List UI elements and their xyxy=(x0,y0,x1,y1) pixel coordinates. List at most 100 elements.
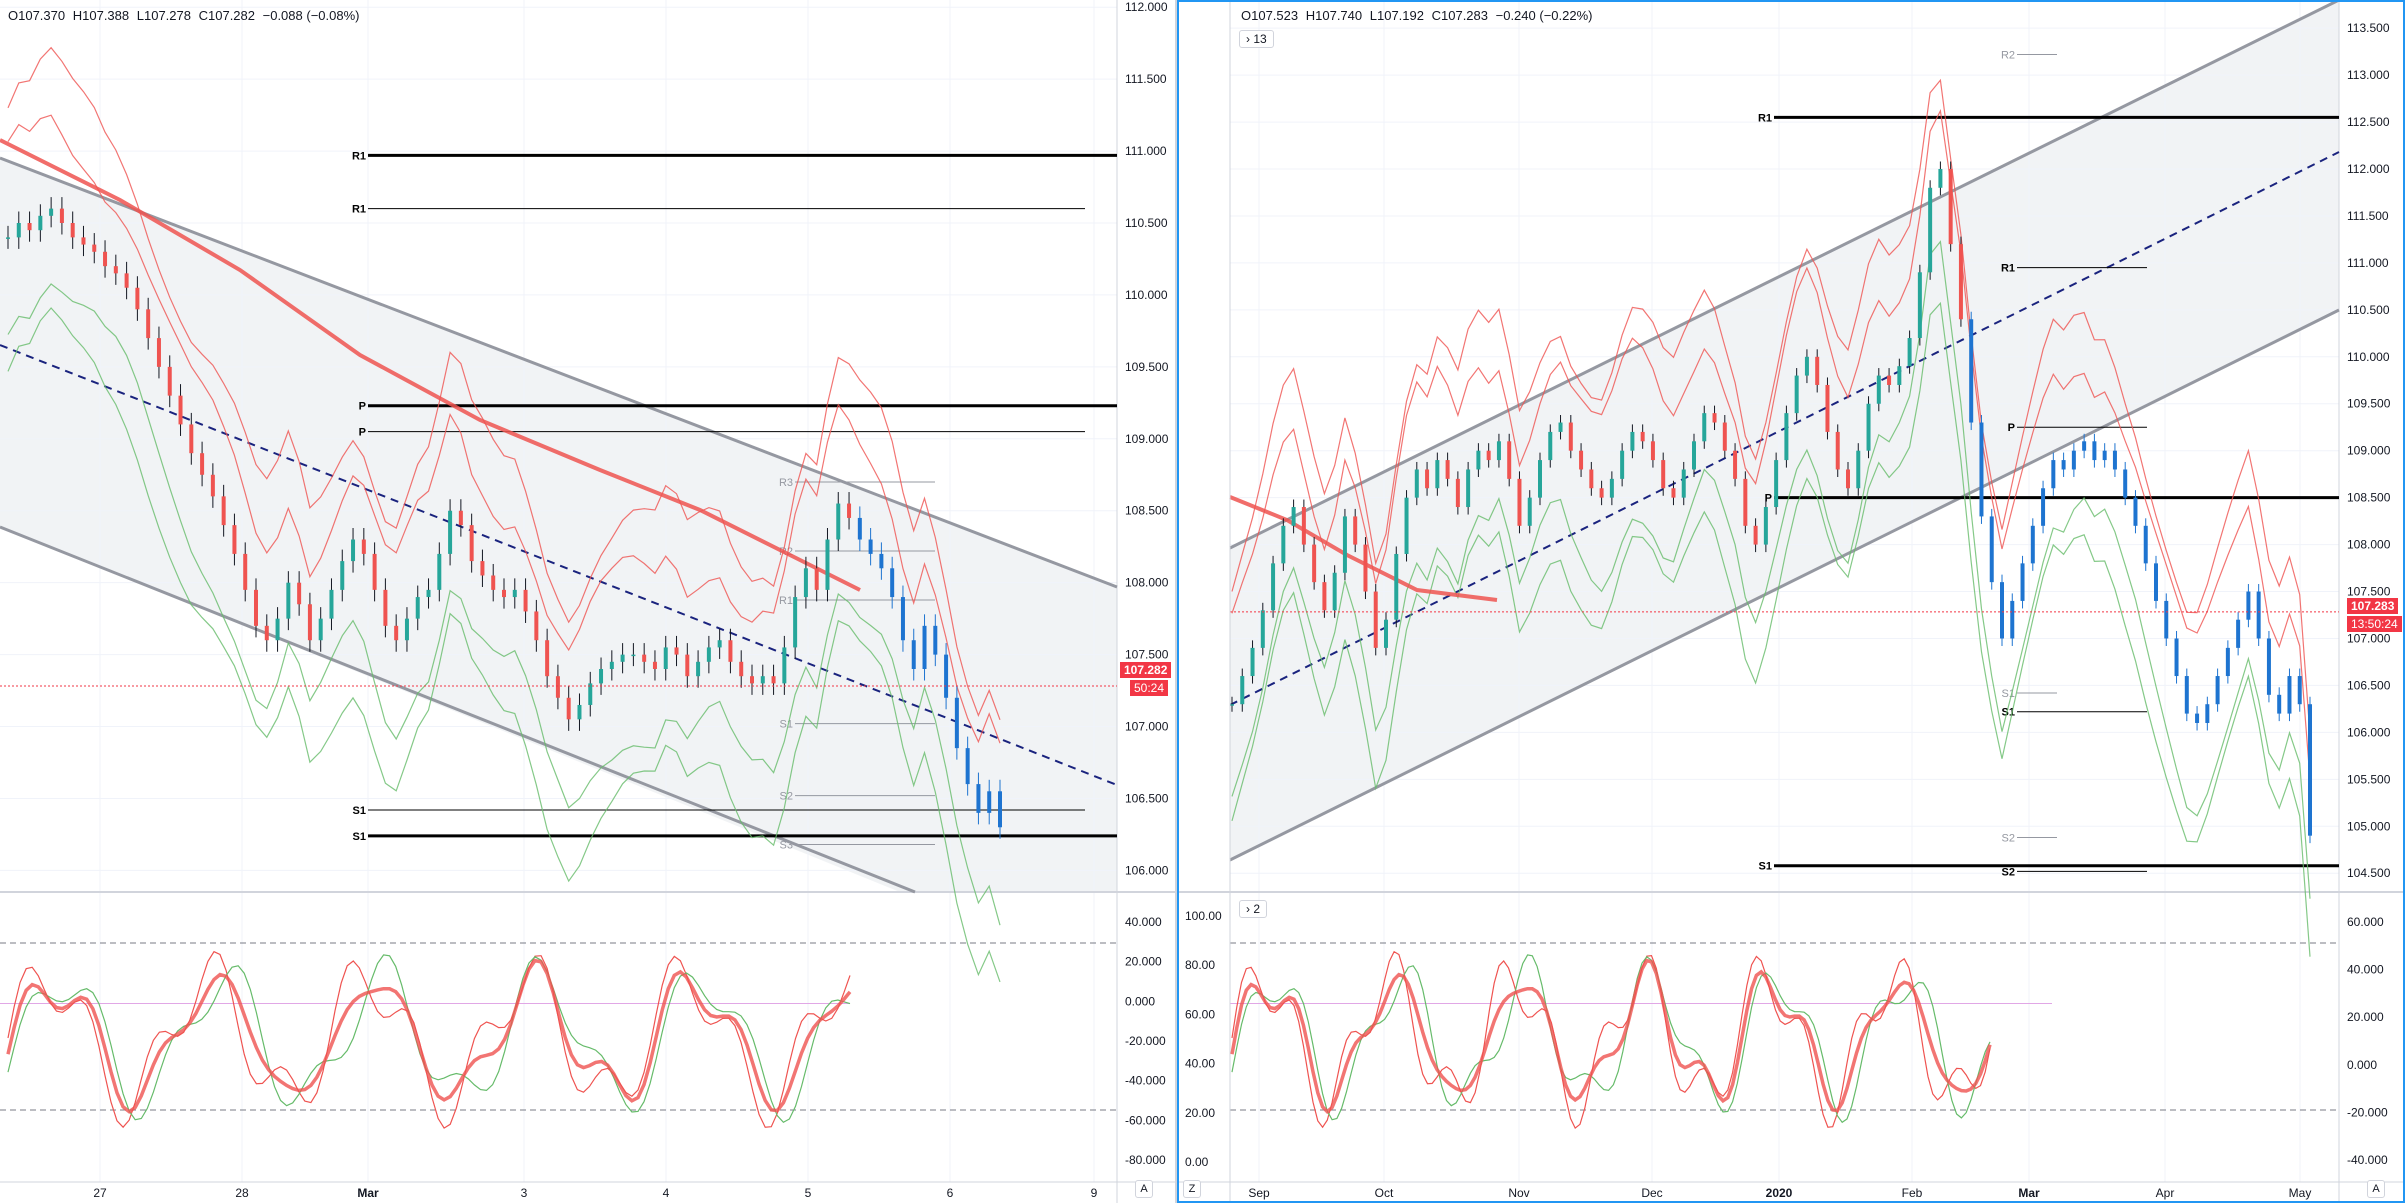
y-tick-label: 112.500 xyxy=(2347,115,2390,129)
right-ohlc-legend: O107.523 H107.740 L107.192 C107.283 −0.2… xyxy=(1241,8,1596,23)
candle-body xyxy=(847,503,852,518)
pivot-label: P xyxy=(359,401,366,413)
candle-body xyxy=(2051,460,2056,489)
candle-body xyxy=(1568,422,1573,451)
y-tick-label: 111.000 xyxy=(1125,144,1167,158)
candle-body xyxy=(1712,413,1717,423)
oscillator-left-tick-label: 100.00 xyxy=(1185,909,1222,923)
candle-body xyxy=(1671,488,1676,498)
candle-body xyxy=(232,525,237,554)
y-tick-label: 112.000 xyxy=(1125,0,1168,14)
oscillator-signal-line xyxy=(1230,958,1992,1115)
candle-body xyxy=(1784,413,1789,461)
x-tick-label: Sep xyxy=(1248,1186,1270,1200)
candle-body xyxy=(426,589,431,598)
candle-body xyxy=(1301,507,1306,545)
candle-body xyxy=(1804,356,1809,376)
candle-body xyxy=(491,575,496,590)
x-tick-label: 27 xyxy=(93,1186,107,1200)
candle-body xyxy=(1589,469,1594,489)
candle-body xyxy=(987,791,992,813)
candle-body xyxy=(1907,338,1912,367)
candle-body xyxy=(2287,676,2292,714)
y-tick-label: 108.500 xyxy=(1125,504,1169,518)
candle-body xyxy=(706,647,711,662)
pivot-label: S1 xyxy=(353,831,366,843)
y-tick-label: 109.500 xyxy=(1125,360,1169,374)
candle-body xyxy=(728,640,733,662)
candle-body xyxy=(2225,647,2230,677)
left-change: −0.088 (−0.08%) xyxy=(262,8,360,23)
candle-body xyxy=(1794,375,1799,414)
oscillator-toggle-button[interactable]: › 2 xyxy=(1239,900,1268,918)
candle-body xyxy=(156,338,161,367)
candle-body xyxy=(307,604,312,641)
candle-body xyxy=(512,589,517,598)
candle-body xyxy=(2133,497,2138,526)
candle-body xyxy=(1928,187,1933,273)
candle-body xyxy=(469,525,474,562)
left-countdown-badge: 50:24 xyxy=(1130,680,1169,696)
candle-body xyxy=(59,208,64,223)
candle-body xyxy=(2236,619,2241,648)
candle-body xyxy=(2184,676,2189,714)
y-tick-label: 111.500 xyxy=(1125,72,1167,86)
candle-body xyxy=(178,395,183,425)
candle-body xyxy=(900,597,905,641)
right-chart-canvas[interactable]: 113.500 113.000 112.500 112.000 111.500 111.0… xyxy=(1177,0,2405,1203)
right-auto-scale-button[interactable]: A xyxy=(2367,1180,2385,1198)
candle-body xyxy=(620,654,625,662)
candle-body xyxy=(351,539,356,562)
candle-body xyxy=(1466,469,1471,508)
left-open: O107.370 xyxy=(8,8,66,23)
oscillator-fast-line xyxy=(7,950,851,1129)
candle-body xyxy=(146,309,151,339)
y-tick-label: 105.000 xyxy=(2347,819,2391,833)
candle-body xyxy=(1876,375,1881,404)
oscillator-left-tick-label: 0.00 xyxy=(1185,1155,1209,1169)
x-tick-label: Dec xyxy=(1641,1186,1662,1200)
candle-body xyxy=(2082,441,2087,451)
left-last-price-badge: 107.282 xyxy=(1120,662,1172,678)
left-chart-pane[interactable]: 112.000 111.500 111.000 110.500 110.000 109.5… xyxy=(0,0,1175,1203)
left-chart-canvas[interactable]: 112.000 111.500 111.000 110.500 110.000 109.5… xyxy=(0,0,1175,1203)
x-tick-label: Feb xyxy=(1902,1186,1923,1200)
candle-body xyxy=(2195,713,2200,723)
left-high: H107.388 xyxy=(72,8,130,23)
candle-body xyxy=(836,503,841,540)
candle-body xyxy=(113,266,118,274)
pivot-label: S2 xyxy=(2002,866,2015,878)
candle-body xyxy=(200,453,205,475)
right-chart-pane[interactable]: 113.500 113.000 112.500 112.000 111.500 111.0… xyxy=(1177,0,2405,1203)
candle-body xyxy=(1979,422,1984,517)
x-tick-label: 9 xyxy=(1091,1186,1098,1200)
candle-body xyxy=(1527,497,1532,526)
x-tick-label: May xyxy=(2289,1186,2312,1200)
candle-body xyxy=(81,237,86,245)
pivot-label: S1 xyxy=(353,805,366,817)
candle-body xyxy=(2000,582,2004,639)
candle-body xyxy=(1887,375,1892,385)
candle-body xyxy=(2246,591,2251,620)
oscillator-tick-label: 20.000 xyxy=(1125,955,1162,969)
candle-body xyxy=(1661,460,1666,489)
left-auto-scale-button[interactable]: A xyxy=(1135,1180,1153,1198)
candle-body xyxy=(642,654,647,662)
y-tick-label: 113.500 xyxy=(2347,21,2390,35)
zoom-button[interactable]: Z xyxy=(1183,1180,1201,1198)
x-tick-label: Mar xyxy=(357,1186,379,1200)
candle-body xyxy=(1722,422,1727,451)
candle-body xyxy=(394,625,399,641)
pivot-label: S3 xyxy=(780,840,793,852)
candle-body xyxy=(1640,431,1645,442)
y-tick-label: 106.000 xyxy=(2347,725,2391,739)
chevron-right-icon: › xyxy=(1246,32,1250,46)
candle-body xyxy=(857,517,862,540)
oscillator-tick-label: -20.000 xyxy=(1125,1034,1166,1048)
candle-body xyxy=(2154,563,2158,601)
candle-body xyxy=(1384,619,1388,648)
candle-body xyxy=(2205,704,2210,723)
candle-body xyxy=(760,676,765,684)
pivot-label: R1 xyxy=(1758,112,1772,124)
indicators-toggle-button[interactable]: › 13 xyxy=(1239,30,1274,48)
